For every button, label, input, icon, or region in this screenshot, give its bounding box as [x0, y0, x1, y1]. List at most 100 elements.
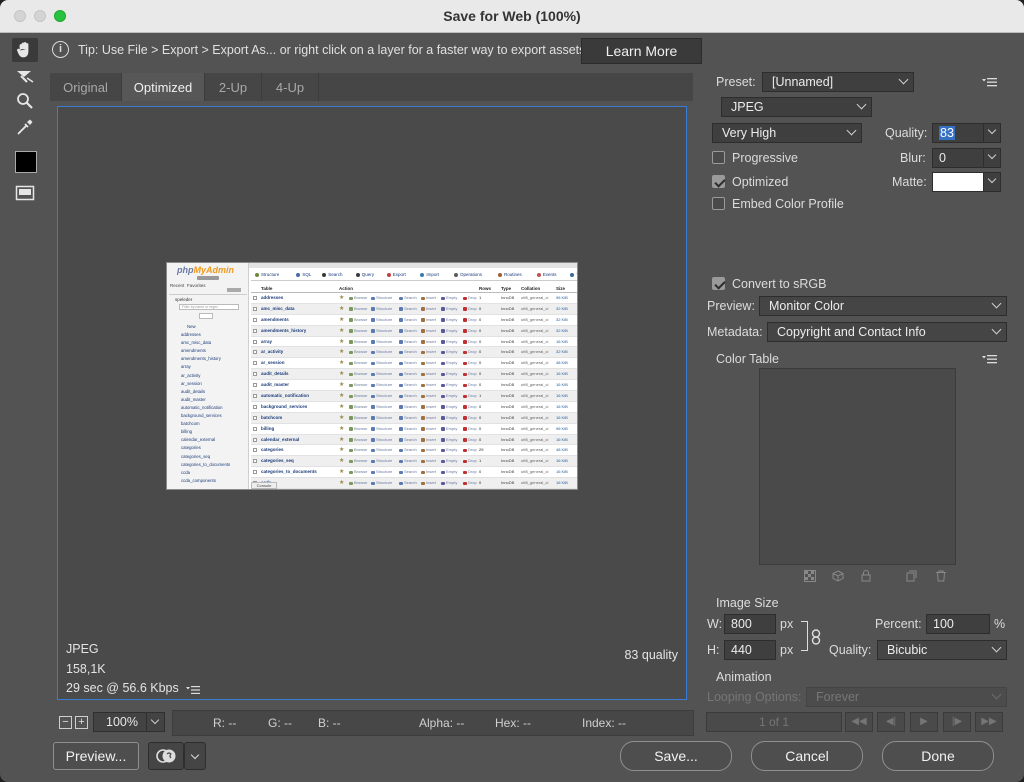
- pma-cell-collation: utf8_general_ci: [521, 414, 549, 420]
- chevron-down-icon: [987, 150, 997, 160]
- lock-color-icon[interactable]: [859, 570, 873, 584]
- progressive-label: Progressive: [732, 151, 798, 165]
- pma-action-link: Browse: [354, 458, 368, 464]
- zoom-level-select[interactable]: 100%: [93, 712, 165, 732]
- save-button[interactable]: Save...: [620, 741, 732, 771]
- play-icon[interactable]: ▶: [910, 712, 938, 732]
- matte-select-toggle[interactable]: [983, 172, 1001, 192]
- pma-toolbar-icon: [296, 273, 301, 277]
- file-format-value: JPEG: [731, 100, 764, 114]
- pma-cell-rows: 0: [479, 382, 482, 388]
- metadata-select[interactable]: Copyright and Contact Info: [767, 322, 1007, 342]
- pma-action-link: Search: [404, 469, 417, 475]
- quality-label: Quality:: [885, 126, 928, 140]
- blur-input[interactable]: 0: [932, 148, 984, 168]
- pma-cell-size: 32 KiB: [556, 316, 568, 322]
- pma-toolbar: Structure SQL Search Query Export Import Opera…: [251, 271, 577, 281]
- pma-action-link: Structure: [376, 414, 393, 420]
- pma-table-name: audit_master: [261, 382, 290, 388]
- pma-cell-type: InnoDB: [501, 403, 515, 409]
- preview-color-select[interactable]: Monitor Color: [759, 296, 1007, 316]
- zoom-tool-icon[interactable]: [12, 89, 38, 113]
- optimized-checkbox[interactable]: [712, 175, 725, 188]
- pma-action-link: Search: [404, 349, 417, 355]
- quality-input[interactable]: 83: [932, 123, 984, 143]
- settings-menu-icon[interactable]: [982, 76, 998, 88]
- file-format-select[interactable]: JPEG: [721, 97, 872, 117]
- download-speed-menu-icon[interactable]: [186, 684, 200, 694]
- cancel-button[interactable]: Cancel: [751, 741, 863, 771]
- learn-more-button[interactable]: Learn More: [581, 38, 702, 64]
- preset-value: [Unnamed]: [772, 75, 834, 89]
- table-row: ar_activity ★ Browse Structure Search Insert E…: [251, 347, 577, 359]
- pma-toolbar-icon: [355, 273, 360, 277]
- pma-action-link: Empty: [446, 458, 458, 464]
- last-frame-icon[interactable]: ▶▶: [975, 712, 1003, 732]
- matte-color-swatch[interactable]: [932, 172, 984, 192]
- pma-action-link: Structure: [376, 382, 393, 388]
- pma-toolbar-tab: Triggers: [576, 271, 577, 279]
- preview-color-value: Monitor Color: [769, 299, 845, 313]
- optimized-preview-pane[interactable]: phpMyAdmin Recent Favorites speleder Fil…: [57, 106, 687, 700]
- quality-slider-toggle[interactable]: [983, 123, 1001, 143]
- toggle-slices-icon[interactable]: [12, 181, 38, 205]
- tab-4-up[interactable]: 4-Up: [262, 73, 319, 101]
- preset-label: Preset:: [716, 75, 756, 89]
- embed-color-profile-checkbox[interactable]: [712, 197, 725, 210]
- new-color-icon[interactable]: [905, 570, 919, 584]
- eyedropper-color-swatch[interactable]: [15, 151, 37, 173]
- tab-2-up[interactable]: 2-Up: [205, 73, 262, 101]
- zoom-in-button[interactable]: +: [75, 716, 88, 729]
- pma-action-link: Structure: [376, 458, 393, 464]
- pma-action-link: Structure: [376, 295, 393, 300]
- preset-select[interactable]: [Unnamed]: [762, 72, 914, 92]
- next-frame-icon[interactable]: |▶: [943, 712, 971, 732]
- chevron-down-icon: [146, 713, 164, 731]
- color-table-menu-icon[interactable]: [982, 353, 998, 365]
- pma-action-icon: [421, 394, 425, 399]
- hand-tool-icon[interactable]: [12, 38, 38, 62]
- percent-input[interactable]: 100: [926, 614, 990, 634]
- previous-frame-icon[interactable]: ◀|: [877, 712, 905, 732]
- tip-bar: i Tip: Use File > Export > Export As... …: [50, 36, 1024, 66]
- compression-quality-select[interactable]: Very High: [712, 123, 862, 143]
- looping-options-select[interactable]: Forever: [806, 687, 1007, 707]
- width-label: W:: [707, 617, 723, 631]
- height-input[interactable]: 440: [724, 640, 776, 660]
- tab-original[interactable]: Original: [50, 73, 122, 101]
- pma-action-link: Search: [404, 425, 417, 431]
- pma-action-link: Structure: [376, 327, 393, 333]
- preview-button[interactable]: Preview...: [53, 742, 139, 770]
- resample-quality-select[interactable]: Bicubic: [877, 640, 1007, 660]
- pma-action-icon: [441, 438, 445, 442]
- convert-srgb-checkbox[interactable]: [712, 277, 725, 290]
- pma-cell-type: InnoDB: [501, 393, 515, 399]
- pma-table-name: amendments: [261, 316, 289, 322]
- slice-select-tool-icon[interactable]: [12, 64, 38, 88]
- progressive-checkbox[interactable]: [712, 151, 725, 164]
- browser-select-dropdown[interactable]: [184, 742, 206, 770]
- link-icon[interactable]: [811, 629, 821, 648]
- pma-action-icon: [399, 318, 403, 322]
- width-input[interactable]: 800: [724, 614, 776, 634]
- embed-color-profile-label: Embed Color Profile: [732, 197, 844, 211]
- web-snap-icon[interactable]: [831, 570, 845, 584]
- pma-action-link: Drop: [468, 425, 477, 431]
- frame-counter-value: 1 of 1: [758, 715, 790, 729]
- preview-in-browser-icon[interactable]: [148, 742, 184, 770]
- pma-row-checkbox: [253, 306, 257, 311]
- tab-optimized[interactable]: Optimized: [122, 73, 205, 101]
- done-button[interactable]: Done: [882, 741, 994, 771]
- trash-icon[interactable]: [934, 570, 948, 584]
- blur-slider-toggle[interactable]: [983, 148, 1001, 168]
- pma-action-link: Structure: [376, 349, 393, 355]
- map-transparency-icon[interactable]: [803, 570, 817, 584]
- blur-value: 0: [939, 151, 946, 165]
- pma-action-link: Empty: [446, 305, 458, 311]
- first-frame-icon[interactable]: ◀◀: [845, 712, 873, 732]
- percent-value: 100: [933, 617, 954, 631]
- zoom-out-button[interactable]: −: [59, 716, 72, 729]
- readout-b: B: --: [318, 716, 341, 730]
- eyedropper-tool-icon[interactable]: [12, 115, 38, 139]
- pma-action-link: Structure: [376, 403, 393, 409]
